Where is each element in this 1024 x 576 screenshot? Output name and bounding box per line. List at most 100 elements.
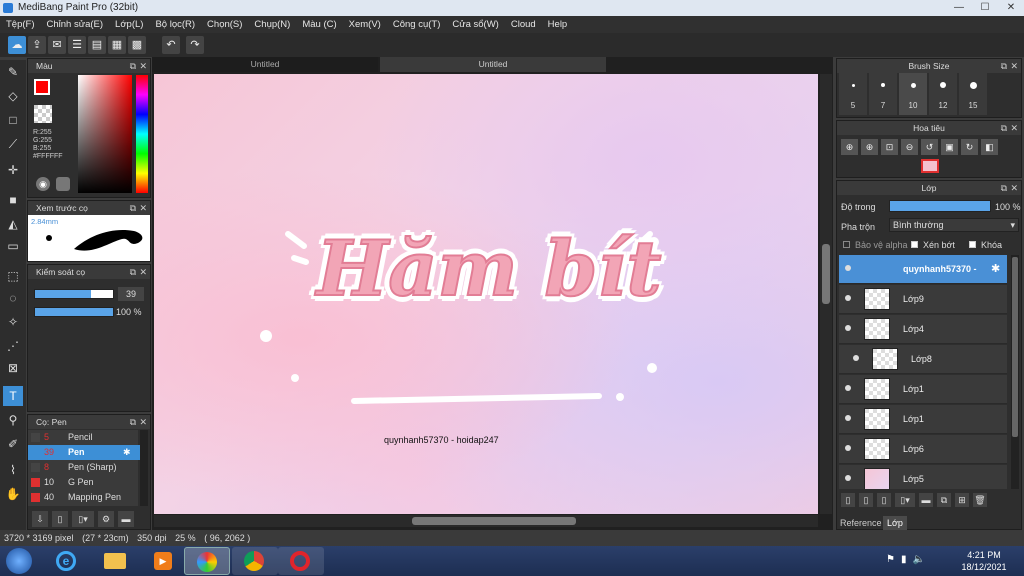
palette-icon[interactable]: ◉: [36, 177, 50, 191]
undock-icon[interactable]: ⧉: [1001, 181, 1007, 195]
tab-untitled-1[interactable]: Untitled: [152, 57, 378, 72]
menu-cloud[interactable]: Cloud: [511, 19, 536, 30]
menu-edit[interactable]: Chỉnh sửa(E): [47, 19, 104, 30]
close-icon[interactable]: ✕: [1010, 121, 1018, 135]
menu-view[interactable]: Xem(V): [349, 19, 381, 30]
undock-icon[interactable]: ⧉: [130, 201, 136, 215]
tab-reference[interactable]: Reference: [840, 518, 882, 528]
eye-icon[interactable]: [845, 265, 851, 271]
fit-icon[interactable]: ⊡: [881, 139, 898, 155]
layer-row[interactable]: Lớp1: [839, 405, 1007, 434]
layer-row[interactable]: Lớp9: [839, 285, 1007, 314]
add-brush-icon[interactable]: ▯▾: [72, 511, 94, 527]
brush-opacity-slider[interactable]: [34, 307, 114, 317]
layer-row[interactable]: quynhanh57370 - ✱: [839, 255, 1007, 284]
brush-size-cell[interactable]: 7: [869, 73, 897, 115]
eye-icon[interactable]: [845, 295, 851, 301]
eraser-tool-icon[interactable]: ◇: [3, 86, 23, 106]
close-icon[interactable]: ✕: [139, 415, 147, 429]
document-icon[interactable]: ▤: [88, 36, 106, 54]
dropper-icon[interactable]: ⌇: [3, 460, 23, 480]
zoom-in-icon[interactable]: ⊕: [841, 139, 858, 155]
network-icon[interactable]: ▮: [901, 554, 907, 565]
menu-tools[interactable]: Công cụ(T): [393, 19, 441, 30]
brush-size-value[interactable]: 39: [118, 287, 144, 301]
redo-icon[interactable]: ↷: [186, 36, 204, 54]
cloud-download-icon[interactable]: ⇩: [32, 511, 48, 527]
clipping-checkbox[interactable]: [911, 241, 918, 248]
new-brush-icon[interactable]: ▯: [52, 511, 68, 527]
explorer-icon[interactable]: [92, 547, 138, 575]
start-button[interactable]: [6, 548, 32, 574]
lock-checkbox[interactable]: [969, 241, 976, 248]
brush-list-item[interactable]: 5 Pencil: [28, 430, 148, 445]
eyedropper-tool-icon[interactable]: ✐: [3, 434, 23, 454]
rectangle-tool-icon[interactable]: □: [3, 110, 23, 130]
move-tool-icon[interactable]: ✛: [3, 160, 23, 180]
brush-settings-icon[interactable]: ⚙: [98, 511, 114, 527]
notification-flag-icon[interactable]: ⚑: [886, 554, 895, 565]
select-pen-icon[interactable]: ⋰: [3, 336, 23, 356]
primary-color-swatch[interactable]: [34, 79, 50, 95]
close-button[interactable]: ✕: [998, 0, 1024, 16]
undo-icon[interactable]: ↶: [162, 36, 180, 54]
close-icon[interactable]: ✕: [1010, 59, 1018, 73]
media-player-icon[interactable]: ▶: [140, 547, 186, 575]
merge-layer-icon[interactable]: ⊞: [955, 493, 969, 507]
close-icon[interactable]: ✕: [139, 59, 147, 73]
new-8bit-layer-icon[interactable]: ▯: [877, 493, 891, 507]
brush-size-cell[interactable]: 12: [929, 73, 957, 115]
brush-size-cell[interactable]: 10: [899, 73, 927, 115]
rotate-left-icon[interactable]: ↺: [921, 139, 938, 155]
minimize-button[interactable]: —: [946, 0, 972, 16]
text-tool-icon[interactable]: T: [3, 386, 23, 406]
chrome-icon[interactable]: [232, 547, 278, 575]
bucket-tool-icon[interactable]: ◭: [3, 214, 23, 234]
transparent-color-swatch[interactable]: [34, 105, 52, 123]
undock-icon[interactable]: ⧉: [130, 59, 136, 73]
medibang-taskbar-icon[interactable]: [184, 547, 230, 575]
cloud-icon[interactable]: ☁: [8, 36, 26, 54]
blend-mode-select[interactable]: Bình thường ▾: [889, 218, 1019, 232]
brush-list-item[interactable]: 40 Mapping Pen: [28, 490, 148, 505]
pen-tool-icon[interactable]: ⟋: [3, 134, 23, 154]
tab-untitled-2[interactable]: Untitled: [380, 57, 606, 72]
menu-window[interactable]: Cửa sổ(W): [452, 19, 498, 30]
layer-folder-icon[interactable]: ▬: [919, 493, 933, 507]
close-icon[interactable]: ✕: [1010, 181, 1018, 195]
chat-icon[interactable]: ✉: [48, 36, 66, 54]
fit-window-icon[interactable]: ▣: [941, 139, 958, 155]
operation-tool-icon[interactable]: ⚲: [3, 410, 23, 430]
layer-row[interactable]: Lớp8: [839, 345, 1007, 374]
undock-icon[interactable]: ⧉: [1001, 59, 1007, 73]
new-layer-icon[interactable]: ▯: [841, 493, 855, 507]
navigator-thumbnail[interactable]: [921, 159, 939, 173]
brush-list-item[interactable]: 39 Pen ✱: [28, 445, 148, 460]
brush-tool-icon[interactable]: ✎: [3, 62, 23, 82]
share-icon[interactable]: ⇪: [28, 36, 46, 54]
magic-wand-icon[interactable]: ✧: [3, 312, 23, 332]
layer-opacity-slider[interactable]: [889, 200, 991, 212]
eye-icon[interactable]: [845, 475, 851, 481]
duplicate-layer-icon[interactable]: ⧉: [937, 493, 951, 507]
delete-layer-icon[interactable]: 🗑: [973, 493, 987, 507]
eye-icon[interactable]: [845, 415, 851, 421]
brush-settings-gear-icon[interactable]: ✱: [123, 445, 131, 460]
undock-icon[interactable]: ⧉: [130, 415, 136, 429]
menu-file[interactable]: Tệp(F): [6, 19, 35, 30]
layer-settings-gear-icon[interactable]: ✱: [991, 262, 1000, 275]
add-layer-menu-icon[interactable]: ▯▾: [895, 493, 915, 507]
brush-size-cell[interactable]: 15: [959, 73, 987, 115]
layer-row[interactable]: Lớp5: [839, 465, 1007, 489]
layer-row[interactable]: Lớp1: [839, 375, 1007, 404]
brush-list-item[interactable]: 8 Pen (Sharp): [28, 460, 148, 475]
zoom-in-2-icon[interactable]: ⊕: [861, 139, 878, 155]
gradient-tool-icon[interactable]: ▭: [3, 236, 23, 256]
close-icon[interactable]: ✕: [139, 201, 147, 215]
saturation-value-picker[interactable]: [78, 75, 132, 193]
rotate-right-icon[interactable]: ↻: [961, 139, 978, 155]
eye-icon[interactable]: [853, 355, 859, 361]
menu-select[interactable]: Chọn(S): [207, 19, 242, 30]
lasso-tool-icon[interactable]: ◌: [3, 288, 23, 308]
menu-filter[interactable]: Bộ lọc(R): [155, 19, 195, 30]
